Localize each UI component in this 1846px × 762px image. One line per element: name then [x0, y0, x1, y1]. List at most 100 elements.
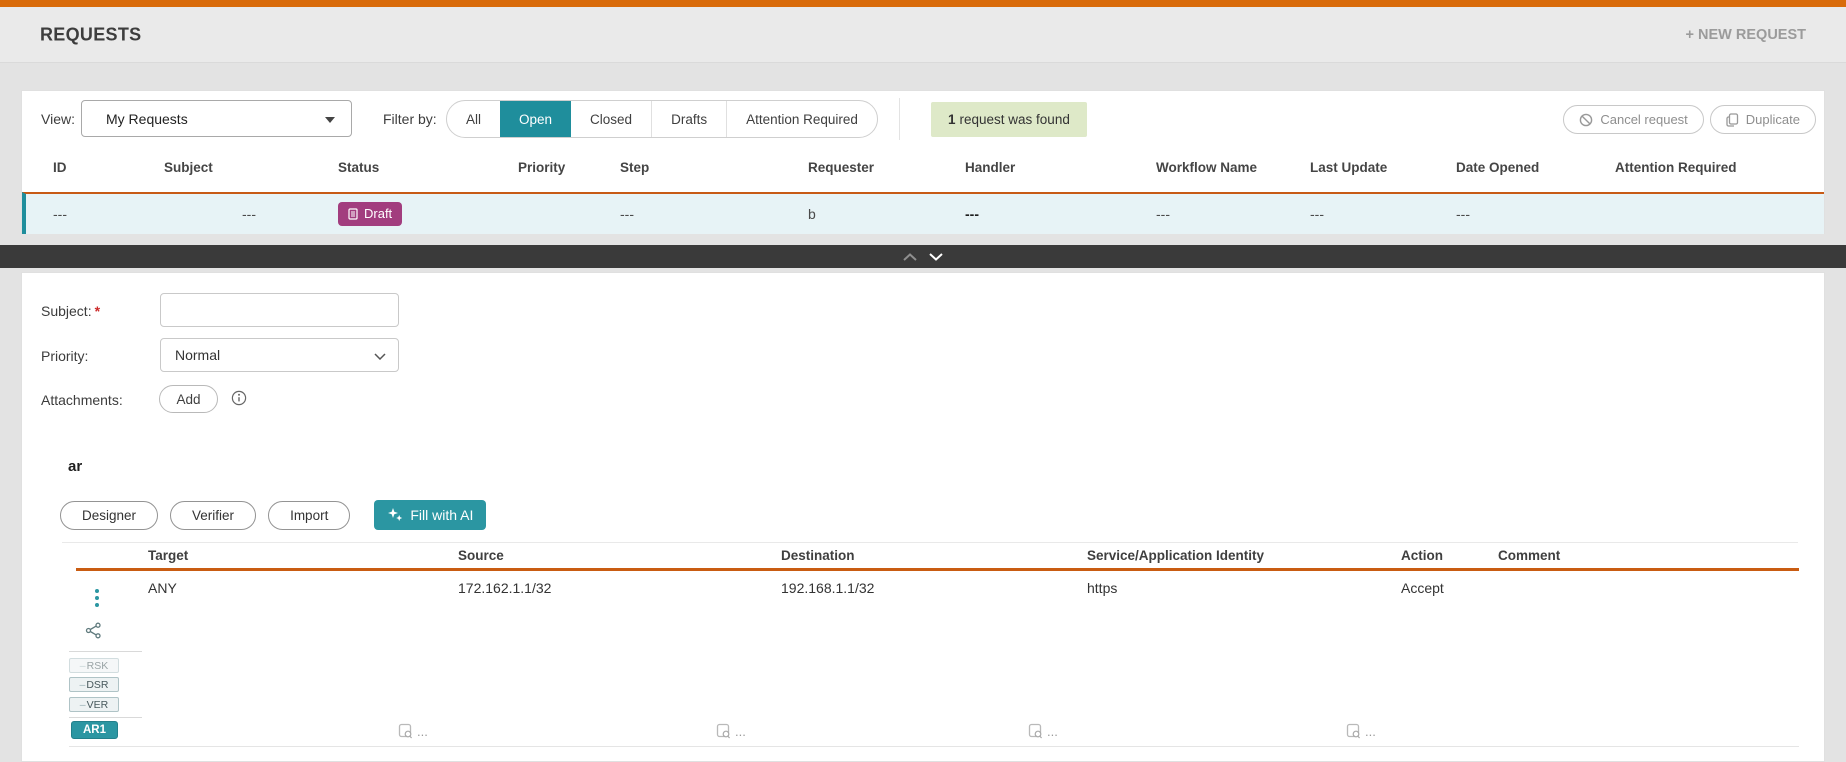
- more-ellipsis: ...: [417, 724, 428, 739]
- rules-header-underline: [76, 568, 1799, 571]
- rules-table-header: Target Source Destination Service/Applic…: [76, 544, 1799, 568]
- verifier-button[interactable]: Verifier: [170, 501, 256, 530]
- share-icon[interactable]: [85, 622, 102, 642]
- filter-drafts[interactable]: Drafts: [651, 101, 726, 137]
- requests-list-card: View: My Requests Filter by: All Open Cl…: [21, 90, 1825, 234]
- duplicate-button[interactable]: Duplicate: [1710, 105, 1816, 134]
- tag-rsk[interactable]: –RSK: [69, 658, 119, 673]
- document-icon: [348, 208, 358, 220]
- more-ellipsis: ...: [735, 724, 746, 739]
- sparkles-icon: [387, 507, 403, 523]
- add-attachment-button[interactable]: Add: [159, 385, 218, 413]
- doc-search-icon: [1346, 723, 1361, 739]
- view-select-value: My Requests: [106, 111, 188, 127]
- rule-cell-service[interactable]: https: [1087, 573, 1401, 607]
- filter-by-label: Filter by:: [383, 111, 437, 127]
- priority-label: Priority:: [41, 348, 88, 364]
- rules-col-destination: Destination: [781, 544, 1087, 568]
- cancel-request-label: Cancel request: [1600, 112, 1687, 127]
- doc-search-icon: [1028, 723, 1043, 739]
- request-row-selected[interactable]: --- --- Draft --- b --- --- --- ---: [22, 192, 1824, 234]
- duplicate-icon: [1726, 113, 1739, 127]
- import-button[interactable]: Import: [268, 501, 350, 530]
- col-handler: Handler: [965, 153, 1156, 183]
- more-objects-service[interactable]: ...: [1346, 722, 1376, 740]
- subject-input[interactable]: [160, 293, 399, 327]
- row-menu-icon[interactable]: [91, 589, 103, 607]
- cell-step: ---: [620, 206, 808, 222]
- col-step: Step: [620, 153, 808, 183]
- more-objects-source[interactable]: ...: [716, 722, 746, 740]
- subject-label-text: Subject:: [41, 303, 92, 319]
- status-label: Draft: [364, 206, 392, 221]
- collapse-up-button[interactable]: [903, 253, 917, 261]
- more-ellipsis: ...: [1365, 724, 1376, 739]
- workflow-buttons: Designer Verifier Import Fill with AI: [60, 500, 486, 530]
- ar1-badge[interactable]: AR1: [71, 721, 118, 739]
- col-status: Status: [338, 153, 518, 183]
- page-header: REQUESTS + NEW REQUEST: [0, 7, 1846, 63]
- filter-all[interactable]: All: [447, 101, 500, 137]
- result-text: request was found: [960, 112, 1070, 127]
- rules-col-action: Action: [1401, 544, 1498, 568]
- result-count-badge: 1 request was found: [931, 102, 1087, 137]
- more-ellipsis: ...: [1047, 724, 1058, 739]
- rules-col-rail: [76, 544, 148, 568]
- filter-attention-required[interactable]: Attention Required: [726, 101, 877, 137]
- rule-cell-target[interactable]: ANY: [148, 573, 458, 607]
- info-icon[interactable]: [231, 390, 247, 409]
- col-last-update: Last Update: [1310, 153, 1456, 183]
- filter-open[interactable]: Open: [500, 101, 571, 137]
- result-count: 1: [948, 112, 956, 127]
- rule-cell-source[interactable]: 172.162.1.1/32: [458, 573, 781, 607]
- ban-icon: [1579, 113, 1593, 127]
- rule-rail: [76, 573, 148, 607]
- rule-row[interactable]: ANY 172.162.1.1/32 192.168.1.1/32 https …: [76, 573, 1799, 607]
- rules-col-target: Target: [148, 544, 458, 568]
- more-objects-destination[interactable]: ...: [1028, 722, 1058, 740]
- brand-top-strip: [0, 0, 1846, 7]
- priority-select[interactable]: Normal: [160, 338, 399, 372]
- col-workflow-name: Workflow Name: [1156, 153, 1310, 183]
- rule-cell-comment[interactable]: [1498, 573, 1799, 607]
- duplicate-label: Duplicate: [1746, 112, 1800, 127]
- page-title: REQUESTS: [40, 24, 141, 45]
- tag-dsr[interactable]: –DSR: [69, 677, 119, 692]
- priority-select-value: Normal: [175, 347, 220, 363]
- chevron-down-icon: [374, 353, 386, 360]
- tag-ver[interactable]: –VER: [69, 697, 119, 712]
- cell-last-update: ---: [1310, 206, 1456, 222]
- cell-id: ---: [53, 206, 164, 222]
- tag-dsr-label: DSR: [86, 679, 108, 691]
- more-objects-target[interactable]: ...: [398, 722, 428, 740]
- cell-date-opened: ---: [1456, 206, 1615, 222]
- filter-pill-group: All Open Closed Drafts Attention Require…: [446, 100, 878, 138]
- rules-col-service: Service/Application Identity: [1087, 544, 1401, 568]
- fill-with-ai-button[interactable]: Fill with AI: [374, 500, 486, 530]
- expand-down-button[interactable]: [929, 253, 943, 261]
- designer-button[interactable]: Designer: [60, 501, 158, 530]
- list-actions: Cancel request Duplicate: [1563, 105, 1816, 134]
- tag-dash: –: [79, 679, 85, 691]
- filter-closed[interactable]: Closed: [571, 101, 651, 137]
- fill-with-ai-label: Fill with AI: [410, 507, 473, 523]
- col-subject: Subject: [164, 153, 338, 183]
- required-asterisk: *: [95, 303, 100, 319]
- status-badge-draft: Draft: [338, 202, 402, 226]
- tag-dash: –: [80, 699, 86, 711]
- cell-subject: ---: [164, 206, 338, 222]
- cancel-request-button[interactable]: Cancel request: [1563, 105, 1703, 134]
- caret-down-icon: [325, 117, 335, 123]
- attachments-label: Attachments:: [41, 392, 123, 408]
- rule-cell-destination[interactable]: 192.168.1.1/32: [781, 573, 1087, 607]
- rules-top-hairline: [62, 542, 1798, 543]
- split-panel-bar: [0, 245, 1846, 268]
- cell-workflow-name: ---: [1156, 206, 1310, 222]
- subject-label: Subject:*: [41, 303, 100, 319]
- rules-bottom-hairline: [69, 746, 1799, 747]
- workflow-step-title: ar: [68, 458, 82, 475]
- col-id: ID: [53, 153, 164, 183]
- rule-cell-action[interactable]: Accept: [1401, 573, 1498, 607]
- view-select[interactable]: My Requests: [81, 100, 352, 137]
- new-request-button[interactable]: + NEW REQUEST: [1686, 27, 1806, 43]
